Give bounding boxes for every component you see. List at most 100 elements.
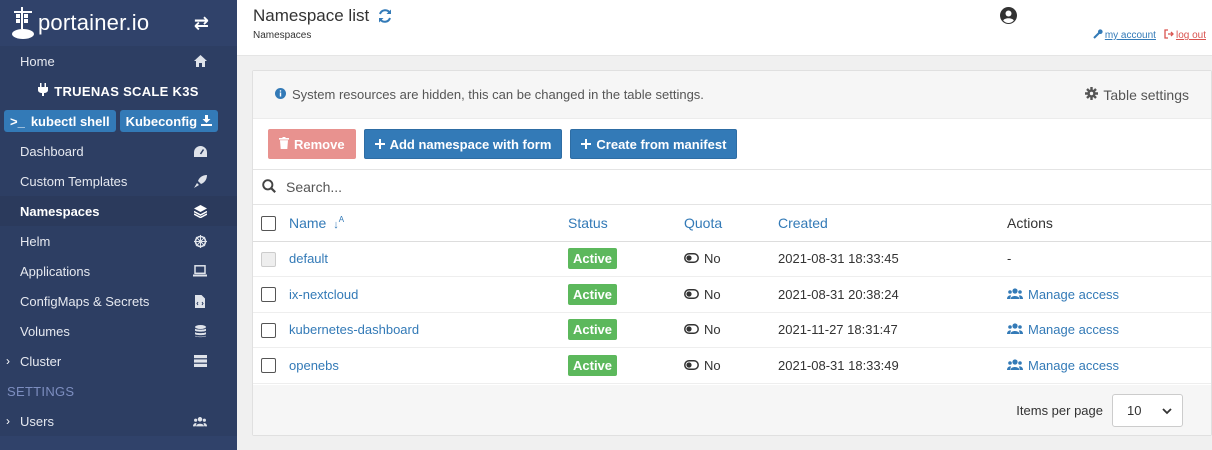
namespace-name-link[interactable]: kubernetes-dashboard [289, 312, 568, 348]
sidebar-item-label: Cluster [20, 353, 62, 369]
row-select-cell [253, 347, 289, 384]
kubeconfig-label: Kubeconfig [125, 113, 198, 129]
sidebar-item-home[interactable]: Home [0, 46, 237, 76]
row-select-cell [253, 241, 289, 277]
my-account-link[interactable]: my account [1093, 29, 1156, 42]
sidebar-item-volumes[interactable]: Volumes [0, 316, 237, 346]
refresh-icon[interactable] [377, 8, 393, 24]
search-bar [253, 169, 1211, 205]
search-input[interactable] [286, 179, 686, 195]
status-cell: Active [568, 276, 684, 313]
sidebar-item-label: Applications [20, 263, 91, 279]
row-checkbox[interactable] [261, 358, 276, 374]
items-per-page-select[interactable]: 10 [1112, 393, 1183, 427]
quota-value: No [704, 357, 721, 373]
sidebar-item-cluster[interactable]: › Cluster [0, 346, 237, 376]
page-title: Namespace list [253, 6, 393, 26]
quota-column-header[interactable]: Quota [684, 205, 778, 242]
actions-cell: - [1007, 241, 1211, 277]
manage-access-link[interactable]: Manage access [1007, 358, 1211, 373]
row-select-cell [253, 312, 289, 348]
sidebar-item-users[interactable]: › Users [0, 406, 237, 436]
log-out-link[interactable]: log out [1164, 29, 1206, 42]
laptop-code-icon [193, 265, 207, 277]
users-icon [1007, 322, 1023, 337]
plus-icon [581, 137, 592, 152]
layer-group-icon [193, 204, 207, 218]
kubectl-shell-button[interactable]: >_ kubectl shell [4, 110, 116, 132]
created-cell: 2021-08-31 18:33:45 [778, 241, 1007, 277]
manage-access-label: Manage access [1028, 357, 1120, 373]
manage-access-link[interactable]: Manage access [1007, 322, 1211, 337]
toggle-off-icon [684, 322, 699, 337]
status-cell: Active [568, 347, 684, 384]
namespace-name-link[interactable]: ix-nextcloud [289, 276, 568, 313]
sidebar-item-label: ConfigMaps & Secrets [20, 293, 150, 309]
namespace-name-link[interactable]: default [289, 241, 568, 277]
sidebar-item-custom-templates[interactable]: Custom Templates [0, 166, 237, 196]
wrench-icon [1093, 29, 1103, 42]
sidebar-item-label: Volumes [20, 323, 70, 339]
toggle-off-icon [684, 358, 699, 373]
namespace-name-link[interactable]: openebs [289, 347, 568, 384]
sidebar-item-namespaces[interactable]: Namespaces [0, 196, 237, 226]
created-column-header[interactable]: Created [778, 205, 1007, 242]
add-namespace-form-label: Add namespace with form [389, 136, 552, 152]
status-column-header[interactable]: Status [568, 205, 684, 242]
sidebar-item-applications[interactable]: Applications [0, 256, 237, 286]
file-code-icon [193, 294, 207, 308]
brand: portainer.io ⇄ [0, 0, 237, 46]
actions-cell: Manage access [1007, 312, 1211, 348]
table-footer: Items per page 10 [253, 385, 1211, 435]
sidebar-toggle-icon[interactable]: ⇄ [194, 13, 209, 34]
table-row: ix-nextcloud Active No 2021-08-31 20:38:… [253, 276, 1211, 313]
status-badge: Active [568, 248, 618, 270]
name-column-header[interactable]: Name ↓A [289, 205, 568, 242]
kubeconfig-button[interactable]: Kubeconfig [119, 110, 219, 132]
select-all-cell [253, 205, 289, 242]
quota-value: No [704, 286, 721, 302]
created-cell: 2021-08-31 20:38:24 [778, 276, 1007, 313]
sidebar-item-dashboard[interactable]: Dashboard [0, 136, 237, 166]
server-icon [193, 355, 207, 367]
rocket-icon [193, 174, 207, 188]
create-from-manifest-button[interactable]: Create from manifest [570, 129, 738, 159]
add-namespace-form-button[interactable]: Add namespace with form [363, 129, 563, 159]
environment-name: TRUENAS SCALE K3S [0, 76, 237, 106]
quota-cell: No [684, 312, 778, 348]
remove-button[interactable]: Remove [268, 129, 356, 159]
table-settings-button[interactable]: Table settings [1085, 86, 1189, 103]
user-circle-icon [1000, 7, 1017, 27]
namespace-table: Name ↓A Status Quota Created Actions def… [253, 205, 1211, 384]
status-cell: Active [568, 241, 684, 277]
sidebar-item-label: Users [20, 413, 54, 429]
chevron-right-icon: › [6, 414, 10, 428]
dharmachakra-icon [193, 234, 207, 248]
users-icon [193, 416, 207, 427]
table-row: kubernetes-dashboard Active No 2021-11-2… [253, 312, 1211, 348]
row-checkbox [261, 251, 276, 267]
settings-section-heading: SETTINGS [7, 383, 75, 399]
toggle-off-icon [684, 251, 699, 266]
table-row: openebs Active No 2021-08-31 18:33:49 Ma… [253, 347, 1211, 384]
created-cell: 2021-08-31 18:33:49 [778, 347, 1007, 384]
sidebar-item-helm[interactable]: Helm [0, 226, 237, 256]
actions-column-header: Actions [1007, 205, 1211, 242]
kubectl-shell-label: kubectl shell [30, 113, 110, 129]
sidebar-item-label: Home [20, 53, 55, 69]
manage-access-label: Manage access [1028, 286, 1120, 302]
manage-access-link[interactable]: Manage access [1007, 287, 1211, 302]
info-bar: System resources are hidden, this can be… [253, 71, 1211, 119]
users-icon [1007, 287, 1023, 302]
tachometer-icon [193, 145, 207, 157]
quota-value: No [704, 322, 721, 338]
row-checkbox[interactable] [261, 287, 276, 303]
home-icon [193, 55, 207, 67]
portainer-logo-icon[interactable] [10, 5, 36, 41]
toggle-off-icon [684, 287, 699, 302]
row-checkbox[interactable] [261, 322, 276, 338]
sidebar: portainer.io ⇄ Home TRUENAS SCALE K3S >_… [0, 0, 237, 450]
sidebar-item-configmaps-secrets[interactable]: ConfigMaps & Secrets [0, 286, 237, 316]
select-all-checkbox[interactable] [261, 216, 276, 232]
actions-cell: Manage access [1007, 276, 1211, 313]
